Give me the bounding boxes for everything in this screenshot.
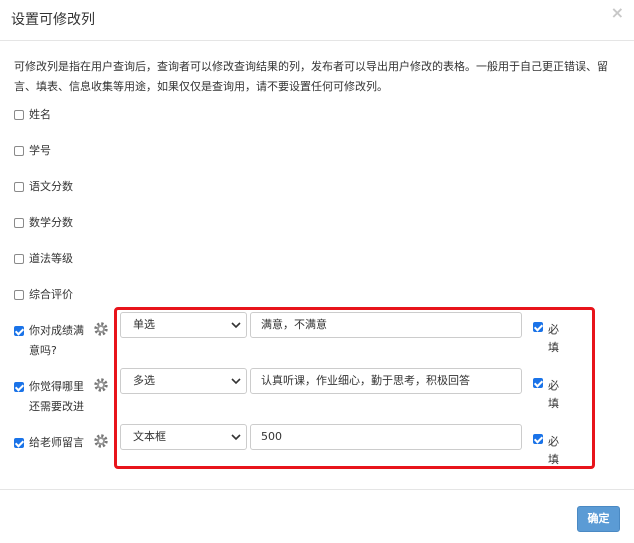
column-checkbox[interactable] <box>14 290 24 300</box>
column-label: 综合评价 <box>29 288 73 301</box>
required-label: 必填 <box>548 435 559 466</box>
required-checkbox[interactable] <box>533 322 543 332</box>
field-type-value: 多选 <box>133 374 155 387</box>
field-options-input[interactable]: 认真听课，作业细心，勤于思考，积极回答 <box>250 368 522 394</box>
column-checkbox[interactable] <box>14 254 24 264</box>
column-label: 数学分数 <box>29 216 73 229</box>
field-type-value: 单选 <box>133 318 155 331</box>
field-type-select[interactable]: 单选 <box>120 312 247 338</box>
chevron-down-icon <box>231 434 241 441</box>
dialog-title: 设置可修改列 <box>11 12 95 28</box>
column-label: 你对成绩满意吗? <box>29 324 84 357</box>
column-label: 语文分数 <box>29 180 73 193</box>
gear-icon[interactable] <box>93 377 109 393</box>
confirm-button[interactable]: 确定 <box>577 506 620 532</box>
dialog-description: 可修改列是指在用户查询后，查询者可以修改查询结果的列，发布者可以导出用户修改的表… <box>14 60 608 93</box>
column-checkbox[interactable] <box>14 438 24 448</box>
required-checkbox[interactable] <box>533 378 543 388</box>
field-options-input[interactable]: 满意，不满意 <box>250 312 522 338</box>
chevron-down-icon <box>231 378 241 385</box>
column-label: 学号 <box>29 144 51 157</box>
close-icon[interactable]: × <box>611 4 624 22</box>
required-checkbox[interactable] <box>533 434 543 444</box>
gear-icon[interactable] <box>93 433 109 449</box>
column-checkbox[interactable] <box>14 382 24 392</box>
column-checkbox[interactable] <box>14 218 24 228</box>
chevron-down-icon <box>231 322 241 329</box>
field-type-select[interactable]: 多选 <box>120 368 247 394</box>
column-label: 道法等级 <box>29 252 73 265</box>
dialog-header: 设置可修改列 × <box>0 0 634 41</box>
column-label: 你觉得哪里还需要改进 <box>29 380 84 413</box>
field-options-input[interactable]: 500 <box>250 424 522 450</box>
column-checkbox[interactable] <box>14 110 24 120</box>
column-checkbox[interactable] <box>14 326 24 336</box>
column-checkbox[interactable] <box>14 182 24 192</box>
field-type-value: 文本框 <box>133 430 166 443</box>
gear-icon[interactable] <box>93 321 109 337</box>
required-label: 必填 <box>548 379 559 410</box>
field-type-select[interactable]: 文本框 <box>120 424 247 450</box>
column-checkbox[interactable] <box>14 146 24 156</box>
column-label: 给老师留言 <box>29 436 84 449</box>
footer-divider <box>0 489 634 490</box>
required-label: 必填 <box>548 323 559 354</box>
column-label: 姓名 <box>29 108 51 121</box>
